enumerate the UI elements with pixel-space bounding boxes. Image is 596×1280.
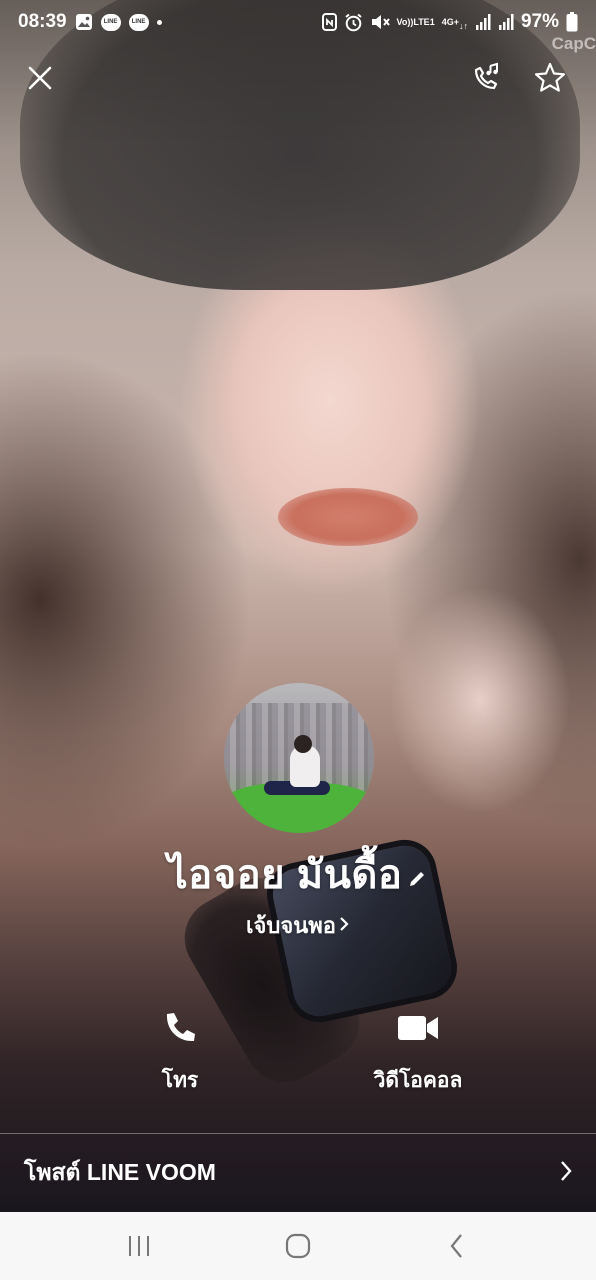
battery-percent: 97% (520, 11, 559, 32)
battery-icon (566, 12, 578, 32)
line-icon: LINE (128, 13, 149, 31)
chevron-right-icon (338, 914, 350, 940)
mute-icon (370, 13, 390, 31)
dot-icon (156, 19, 162, 25)
volte-icon: Vo)) LTE1 (396, 16, 435, 27)
profile-background-photo (0, 0, 596, 1212)
signal-icon (475, 13, 491, 31)
status-message: เจ้บจนพอ (245, 913, 337, 938)
star-icon (534, 62, 566, 92)
chevron-right-icon (558, 1158, 574, 1189)
gallery-icon (75, 13, 93, 31)
capcut-watermark: CapC (551, 34, 596, 53)
status-left: 08:39 LINE LINE (18, 11, 162, 33)
phone-music-icon (474, 62, 498, 90)
video-call-button[interactable]: วิดีโอคอล (348, 1006, 488, 1097)
network-label: 4G+ (441, 16, 459, 27)
recents-icon (129, 1236, 150, 1256)
signal-icon (498, 13, 514, 31)
call-music-button[interactable] (468, 60, 504, 96)
call-button[interactable]: โทร (110, 1006, 250, 1097)
close-icon (28, 66, 52, 90)
status-time: 08:39 (18, 11, 67, 32)
call-label: โทร (161, 1069, 199, 1092)
home-button[interactable] (278, 1226, 318, 1266)
video-call-label: วิดีโอคอล (373, 1069, 463, 1092)
back-icon (450, 1234, 462, 1258)
volte-bottom-text: LTE1 (413, 16, 435, 27)
navigation-bar (0, 1212, 596, 1280)
edit-icon[interactable] (406, 855, 428, 900)
nfc-icon (321, 13, 337, 31)
status-message-row[interactable]: เจ้บจนพอ (0, 908, 596, 943)
video-camera-icon (348, 1006, 488, 1050)
status-right: Vo)) LTE1 4G+ ↓↑ 97% (321, 11, 578, 33)
volte-top-text: Vo)) (396, 16, 414, 27)
recents-button[interactable] (119, 1226, 159, 1266)
alarm-icon (344, 13, 363, 32)
close-button[interactable] (22, 60, 58, 96)
voom-label: โพสต์ LINE VOOM (24, 1159, 216, 1185)
display-name-row: ไอจอย มันดื้อ (0, 842, 596, 906)
back-button[interactable] (437, 1226, 477, 1266)
voom-posts-row[interactable]: โพสต์ LINE VOOM (0, 1134, 596, 1212)
avatar-person-head (294, 735, 312, 753)
favorite-button[interactable] (532, 60, 568, 96)
display-name: ไอจอย มันดื้อ (167, 853, 403, 897)
photo-shade-overlay (0, 0, 596, 1212)
phone-icon (110, 1006, 250, 1050)
profile-screen: 08:39 LINE LINE Vo)) LTE1 4G+ ↓↑ 97% Cap… (0, 0, 596, 1280)
line-icon: LINE (100, 13, 121, 31)
status-bar: 08:39 LINE LINE Vo)) LTE1 4G+ ↓↑ 97% Cap… (0, 0, 596, 53)
home-icon (285, 1233, 311, 1259)
4g-icon: 4G+ ↓↑ (441, 16, 468, 31)
profile-avatar[interactable] (224, 683, 374, 833)
